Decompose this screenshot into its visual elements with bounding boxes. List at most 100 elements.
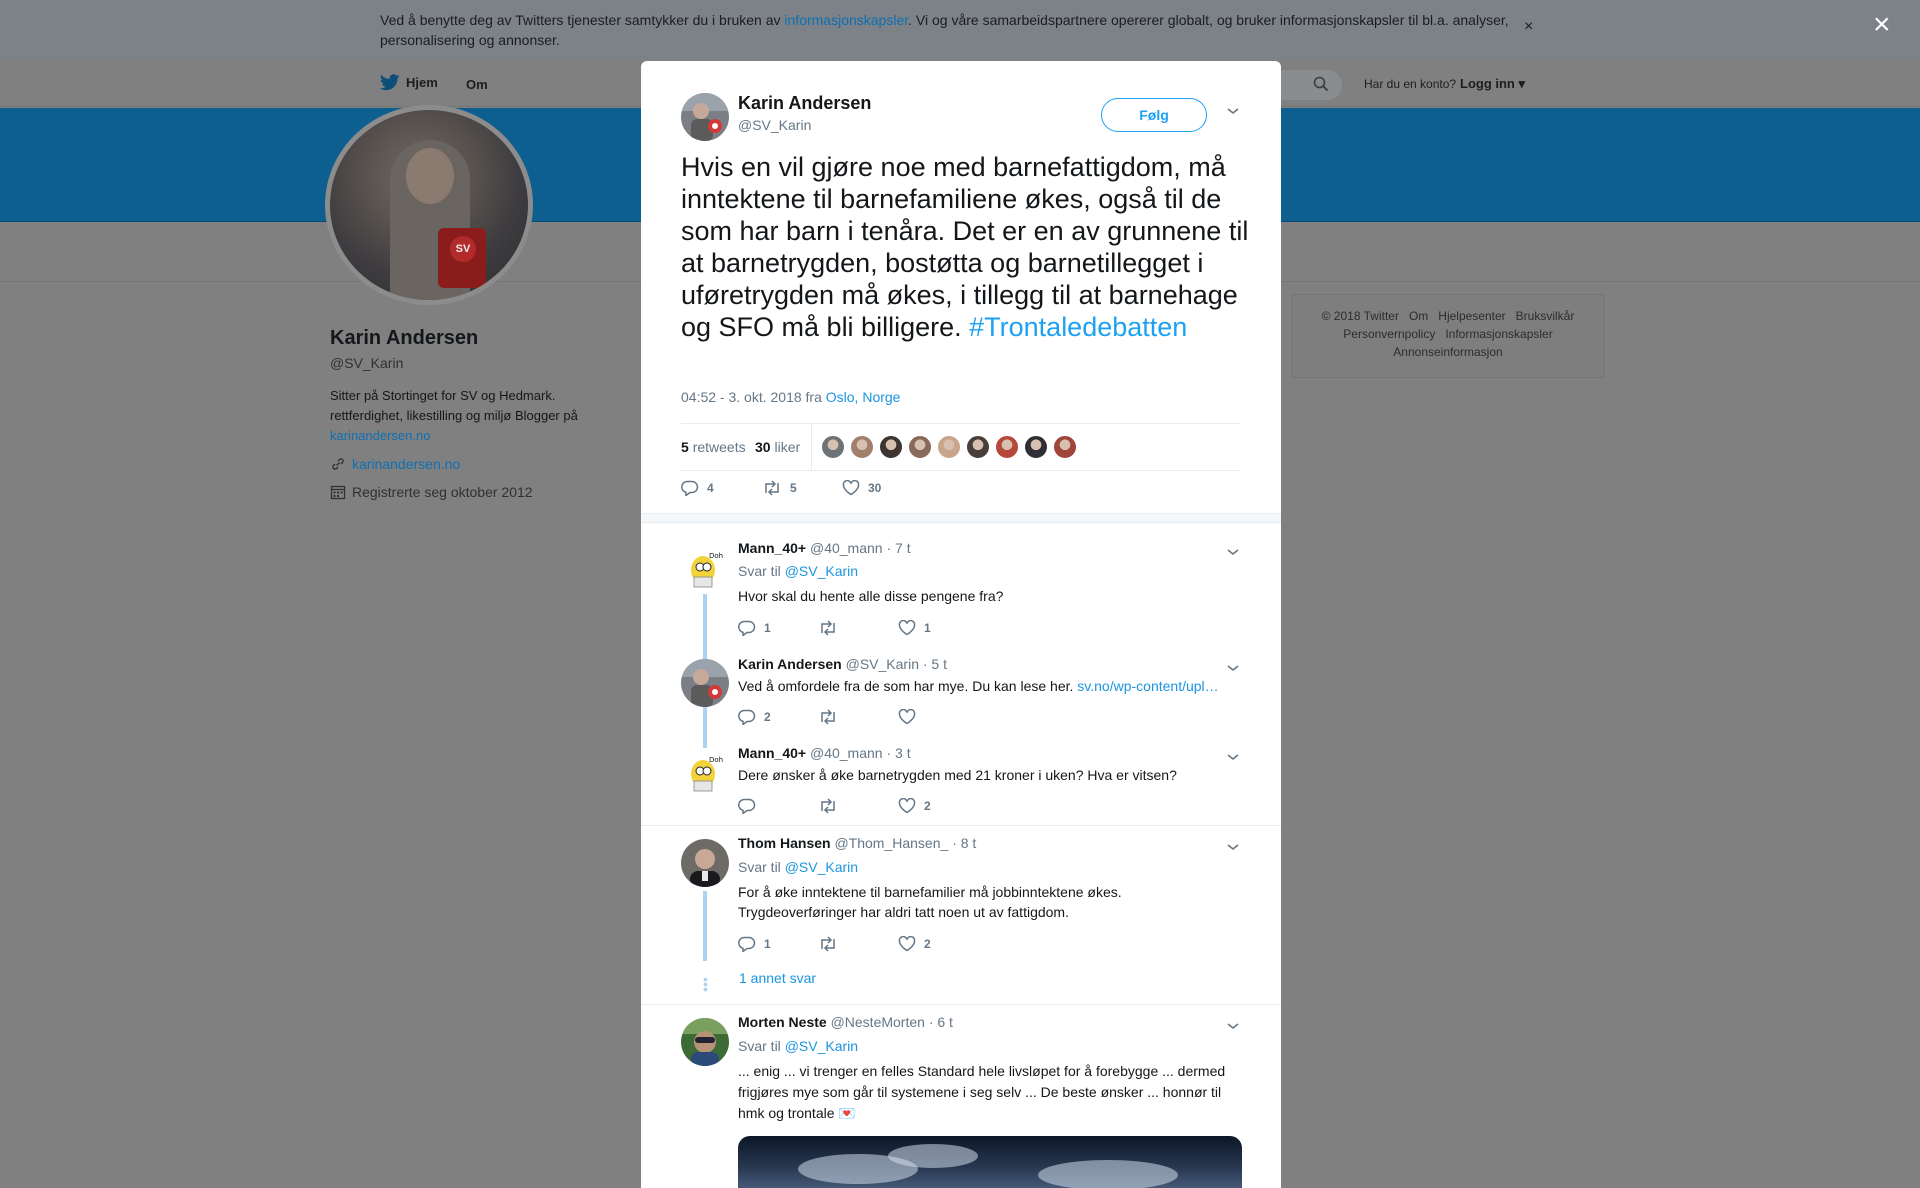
like-action[interactable]: 30 <box>842 480 881 496</box>
reply-action[interactable]: 1 <box>738 936 771 952</box>
section-separator <box>641 513 1281 523</box>
reply-author-handle[interactable]: @Thom_Hansen_ <box>834 835 948 851</box>
liker-avatar[interactable] <box>879 435 903 459</box>
like-action[interactable] <box>898 709 924 725</box>
reply-to: Svar til @SV_Karin <box>738 563 859 579</box>
liker-avatar[interactable] <box>821 435 845 459</box>
like-stat[interactable]: 30 liker <box>755 439 800 455</box>
like-action[interactable]: 2 <box>898 936 931 952</box>
heart-icon <box>898 798 916 814</box>
liker-avatar[interactable] <box>1024 435 1048 459</box>
profile-url-text[interactable]: karinandersen.no <box>352 456 460 472</box>
reply-author-handle[interactable]: @NesteMorten <box>831 1014 925 1030</box>
tweet-timestamp[interactable]: 04:52 - 3. okt. 2018 fra <box>681 389 822 405</box>
reply-author-handle[interactable]: @SV_Karin <box>846 656 919 672</box>
reply-to-link[interactable]: @SV_Karin <box>785 859 858 875</box>
more-dots-icon: • • • <box>703 971 708 997</box>
liker-avatar[interactable] <box>937 435 961 459</box>
reply-author-name[interactable]: Morten Neste <box>738 1014 827 1030</box>
cookie-close-button[interactable]: × <box>1524 18 1533 36</box>
reply-time[interactable]: · 7 t <box>886 540 910 556</box>
reply-media-image[interactable] <box>738 1136 1242 1188</box>
reply-action[interactable]: 1 <box>738 620 771 636</box>
heart-icon <box>898 709 916 725</box>
retweet-action[interactable] <box>818 709 846 725</box>
liker-avatar[interactable] <box>850 435 874 459</box>
reply-to: Svar til @SV_Karin <box>738 1038 859 1054</box>
reply-time[interactable]: · 3 t <box>886 745 910 761</box>
cookie-info-link[interactable]: informasjonskapsler <box>784 12 908 28</box>
profile-url[interactable]: karinandersen.no <box>330 456 460 472</box>
profile-joined: Registrerte seg oktober 2012 <box>330 484 533 500</box>
reply-icon <box>738 798 756 814</box>
reply-time[interactable]: · 6 t <box>929 1014 953 1030</box>
footer-terms-link[interactable]: Bruksvilkår <box>1516 309 1575 323</box>
retweet-action[interactable]: 5 <box>762 480 797 496</box>
profile-avatar[interactable]: SV <box>325 105 533 305</box>
reply-avatar[interactable]: Doh <box>681 748 729 796</box>
reply-to-link[interactable]: @SV_Karin <box>785 1038 858 1054</box>
footer-about-link[interactable]: Om <box>1409 309 1428 323</box>
reply-avatar[interactable] <box>681 839 729 887</box>
reply-icon <box>681 480 699 496</box>
nav-about-link[interactable]: Om <box>466 77 488 92</box>
footer-ads-link[interactable]: Annonseinformasjon <box>1393 345 1502 359</box>
reply-author-handle[interactable]: @40_mann <box>810 745 883 761</box>
account-question: Har du en konto? <box>1364 77 1457 91</box>
reply-avatar[interactable] <box>681 1018 729 1066</box>
chevron-down-icon[interactable] <box>1226 544 1240 562</box>
bio-link[interactable]: karinandersen.no <box>330 428 430 443</box>
liker-avatar[interactable] <box>1053 435 1077 459</box>
author-name[interactable]: Karin Andersen <box>738 93 871 114</box>
reply-text: Dere ønsker å øke barnetrygden med 21 kr… <box>738 767 1177 783</box>
reply-time[interactable]: · 8 t <box>952 835 976 851</box>
retweet-action[interactable] <box>818 620 846 636</box>
profile-bio: Sitter på Stortinget for SV og Hedmark. … <box>330 388 578 443</box>
reply-time[interactable]: · 5 t <box>923 656 947 672</box>
tweet-metadata: 04:52 - 3. okt. 2018 fra Oslo, Norge <box>681 389 900 405</box>
footer-privacy-link[interactable]: Personvernpolicy <box>1343 327 1435 341</box>
reply-action[interactable]: 2 <box>738 709 771 725</box>
reply-link[interactable]: sv.no/wp-content/upl… <box>1077 678 1218 694</box>
reply-action[interactable]: 4 <box>681 480 714 496</box>
reply-author-name[interactable]: Mann_40+ <box>738 745 806 761</box>
search-icon[interactable] <box>1313 76 1329 92</box>
liker-avatar[interactable] <box>908 435 932 459</box>
retweet-action[interactable] <box>818 936 846 952</box>
like-action[interactable]: 1 <box>898 620 931 636</box>
profile-handle: @SV_Karin <box>330 355 404 371</box>
liker-avatar[interactable] <box>995 435 1019 459</box>
modal-close-button[interactable]: × <box>1873 10 1891 40</box>
author-handle[interactable]: @SV_Karin <box>738 117 811 133</box>
reply-action[interactable] <box>738 798 764 814</box>
chevron-down-icon[interactable] <box>1226 1018 1240 1036</box>
reply-author-handle[interactable]: @40_mann <box>810 540 883 556</box>
nav-home-link[interactable]: Hjem <box>380 74 438 91</box>
reply-header: Morten Neste @NesteMorten · 6 t <box>738 1014 953 1030</box>
login-button[interactable]: Logg inn ▾ <box>1460 76 1525 92</box>
reply-to-link[interactable]: @SV_Karin <box>785 563 858 579</box>
chevron-down-icon[interactable] <box>1226 103 1240 121</box>
footer-cookies-link[interactable]: Informasjonskapsler <box>1445 327 1552 341</box>
retweet-action[interactable] <box>818 798 846 814</box>
reply-header: Thom Hansen @Thom_Hansen_ · 8 t <box>738 835 976 851</box>
like-action[interactable]: 2 <box>898 798 931 814</box>
footer-help-link[interactable]: Hjelpesenter <box>1438 309 1505 323</box>
reply-author-name[interactable]: Mann_40+ <box>738 540 806 556</box>
tweet-location[interactable]: Oslo, Norge <box>826 389 901 405</box>
heart-icon <box>898 936 916 952</box>
author-avatar[interactable] <box>681 93 729 141</box>
hashtag-link[interactable]: #Trontaledebatten <box>969 312 1187 342</box>
more-replies-link[interactable]: 1 annet svar <box>739 970 816 986</box>
reply-avatar[interactable] <box>681 659 729 707</box>
reply-avatar[interactable]: Doh <box>681 544 729 592</box>
reply-author-name[interactable]: Thom Hansen <box>738 835 831 851</box>
chevron-down-icon[interactable] <box>1226 839 1240 857</box>
retweet-stat[interactable]: 5 retweets <box>681 439 746 455</box>
reply-author-name[interactable]: Karin Andersen <box>738 656 842 672</box>
liker-avatar[interactable] <box>966 435 990 459</box>
footer-copyright: © 2018 Twitter <box>1321 309 1399 323</box>
heart-icon <box>898 620 916 636</box>
tweet-stats: 5 retweets 30 liker <box>681 423 1241 471</box>
follow-button[interactable]: Følg <box>1101 98 1207 132</box>
